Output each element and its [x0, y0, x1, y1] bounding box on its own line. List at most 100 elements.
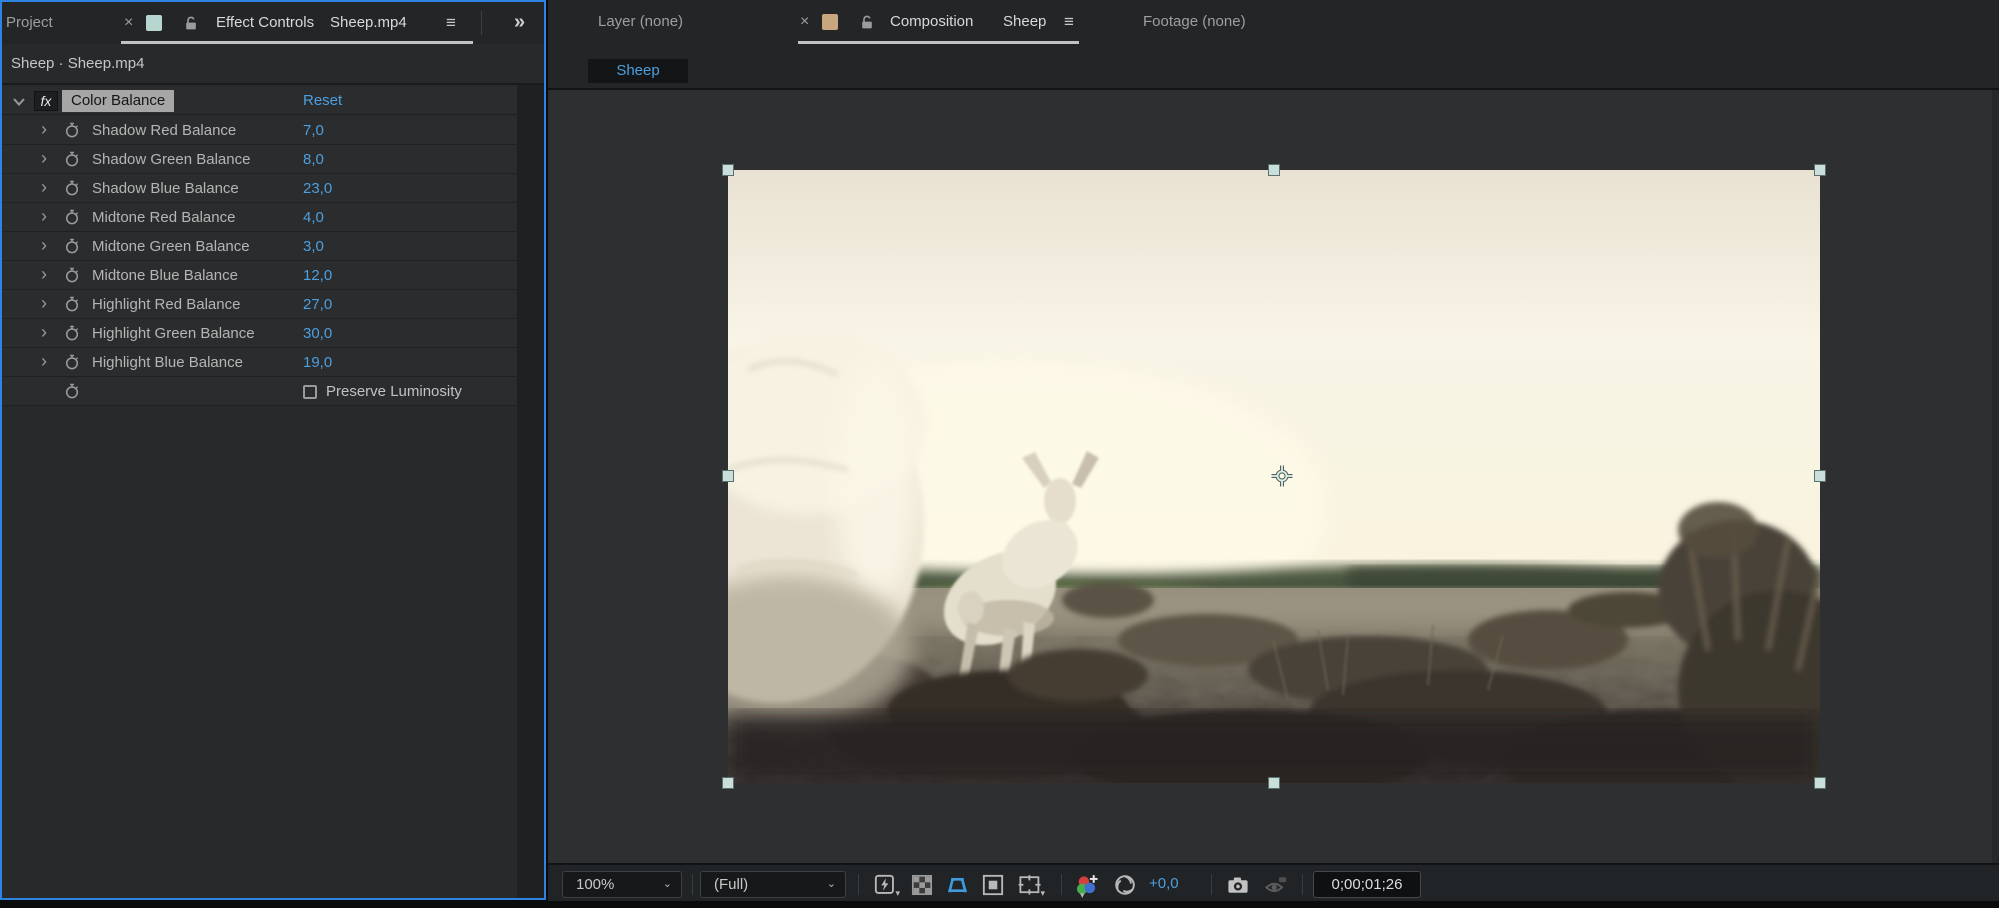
selection-handle-bottom-right[interactable] [1814, 777, 1826, 789]
viewer-tabbar: Layer (none) × Composition Sheep ≡ Foota… [548, 0, 1999, 44]
panel-menu-icon[interactable]: ≡ [1064, 0, 1074, 44]
tab-effect-controls-target[interactable]: Sheep.mp4 [330, 2, 407, 44]
transparency-grid-button[interactable] [911, 874, 933, 896]
fx-badge-icon[interactable]: fx [34, 91, 58, 111]
param-row: › Midtone Blue Balance 12,0 [2, 261, 517, 290]
dropdown-arrow-icon: ▾ [895, 888, 900, 898]
param-value[interactable]: 4,0 [303, 203, 324, 232]
stopwatch-icon[interactable] [63, 353, 81, 376]
composition-layer-sheep-video[interactable] [722, 164, 1826, 789]
preserve-luminosity-checkbox[interactable] [303, 385, 317, 399]
selection-handle-bottom-center[interactable] [1268, 777, 1280, 789]
stopwatch-icon[interactable] [63, 295, 81, 318]
take-snapshot-button[interactable] [1226, 874, 1248, 896]
selection-handle-middle-left[interactable] [722, 470, 734, 482]
show-channel-button[interactable]: ▾ [1076, 874, 1098, 900]
composition-viewer-tab[interactable]: Sheep [588, 59, 688, 83]
composition-panel: Layer (none) × Composition Sheep ≡ Foota… [548, 0, 1999, 908]
after-effects-window: Project × Effect Controls Sheep.mp4 ≡ » … [0, 0, 1999, 908]
stopwatch-icon[interactable] [63, 266, 81, 289]
effect-controls-panel: Project × Effect Controls Sheep.mp4 ≡ » … [0, 0, 546, 900]
toolbar-separator [858, 874, 859, 895]
param-row: › Midtone Green Balance 3,0 [2, 232, 517, 261]
panel-color-square[interactable] [822, 14, 838, 30]
effect-name[interactable]: Color Balance [62, 90, 175, 112]
tab-composition[interactable]: Composition [890, 0, 973, 44]
dropdown-arrow-icon: ▾ [1040, 888, 1045, 898]
expand-chevron-icon[interactable]: › [41, 232, 47, 258]
param-label: Highlight Blue Balance [92, 354, 243, 371]
tab-effect-controls[interactable]: Effect Controls [216, 2, 314, 44]
resolution-value: (Full) [714, 876, 749, 893]
expand-chevron-icon[interactable]: › [41, 203, 47, 229]
overflow-chevrons-icon[interactable]: » [514, 2, 525, 42]
viewer-subtab-strip: Sheep [548, 44, 1999, 88]
expand-chevron-icon[interactable]: › [41, 261, 47, 287]
fast-previews-button[interactable]: ▾ [874, 874, 900, 898]
exposure-value[interactable]: +0,0 [1149, 865, 1179, 903]
close-icon[interactable]: × [124, 2, 133, 44]
region-of-interest-button[interactable] [982, 874, 1004, 896]
close-icon[interactable]: × [800, 0, 809, 44]
unlock-icon[interactable] [859, 14, 875, 30]
stopwatch-icon[interactable] [63, 237, 81, 260]
param-label: Shadow Green Balance [92, 151, 251, 168]
effect-parameter-list: › Shadow Red Balance 7,0 › Shadow Green … [2, 116, 517, 406]
grid-and-guides-button[interactable]: ▾ [1018, 874, 1045, 898]
tab-project[interactable]: Project [6, 2, 53, 44]
adjust-exposure-button[interactable] [1114, 874, 1136, 896]
current-time-field[interactable]: 0;00;01;26 [1313, 871, 1421, 898]
tab-footage[interactable]: Footage (none) [1143, 0, 1246, 44]
toolbar-separator [1211, 874, 1212, 895]
param-value[interactable]: 7,0 [303, 116, 324, 145]
param-label: Midtone Green Balance [92, 238, 250, 255]
tab-composition-target[interactable]: Sheep [1003, 0, 1046, 44]
stopwatch-icon[interactable] [63, 179, 81, 202]
expand-chevron-icon[interactable]: › [41, 174, 47, 200]
collapse-chevron-icon[interactable] [12, 97, 26, 107]
magnification-dropdown[interactable]: 100% ⌄ [562, 871, 682, 898]
selection-handle-middle-right[interactable] [1814, 470, 1826, 482]
preserve-luminosity-row: Preserve Luminosity [2, 377, 517, 406]
param-value[interactable]: 27,0 [303, 290, 332, 319]
stopwatch-icon[interactable] [63, 208, 81, 231]
param-value[interactable]: 8,0 [303, 145, 324, 174]
selection-handle-top-right[interactable] [1814, 164, 1826, 176]
toolbar-separator [1302, 874, 1303, 895]
unlock-icon[interactable] [183, 15, 199, 31]
show-snapshot-button[interactable] [1264, 874, 1287, 896]
param-row: › Shadow Blue Balance 23,0 [2, 174, 517, 203]
param-value[interactable]: 23,0 [303, 174, 332, 203]
param-label: Highlight Red Balance [92, 296, 241, 313]
preserve-luminosity-label: Preserve Luminosity [326, 383, 462, 400]
expand-chevron-icon[interactable]: › [41, 348, 47, 374]
param-value[interactable]: 30,0 [303, 319, 332, 348]
expand-chevron-icon[interactable]: › [41, 116, 47, 142]
stopwatch-icon[interactable] [63, 121, 81, 144]
expand-chevron-icon[interactable]: › [41, 319, 47, 345]
composition-viewport[interactable] [548, 90, 1999, 863]
panel-color-square[interactable] [146, 15, 162, 31]
timecode-value: 0;00;01;26 [1331, 876, 1403, 893]
param-value[interactable]: 3,0 [303, 232, 324, 261]
anchor-point-icon[interactable] [1270, 464, 1294, 488]
resolution-dropdown[interactable]: (Full) ⌄ [700, 871, 846, 898]
param-value[interactable]: 19,0 [303, 348, 332, 377]
param-label: Highlight Green Balance [92, 325, 255, 342]
reset-button[interactable]: Reset [303, 87, 342, 115]
tab-layer[interactable]: Layer (none) [598, 0, 683, 44]
panel-menu-icon[interactable]: ≡ [446, 2, 456, 44]
param-value[interactable]: 12,0 [303, 261, 332, 290]
selection-handle-bottom-left[interactable] [722, 777, 734, 789]
expand-chevron-icon[interactable]: › [41, 145, 47, 171]
stopwatch-icon[interactable] [63, 150, 81, 173]
stopwatch-icon[interactable] [63, 382, 81, 405]
selection-handle-top-center[interactable] [1268, 164, 1280, 176]
expand-chevron-icon[interactable]: › [41, 290, 47, 316]
magnification-value: 100% [576, 876, 615, 893]
param-label: Shadow Blue Balance [92, 180, 239, 197]
selection-handle-top-left[interactable] [722, 164, 734, 176]
effect-header-row[interactable]: fx Color Balance Reset [2, 87, 517, 115]
mask-visibility-button[interactable] [945, 874, 967, 896]
stopwatch-icon[interactable] [63, 324, 81, 347]
